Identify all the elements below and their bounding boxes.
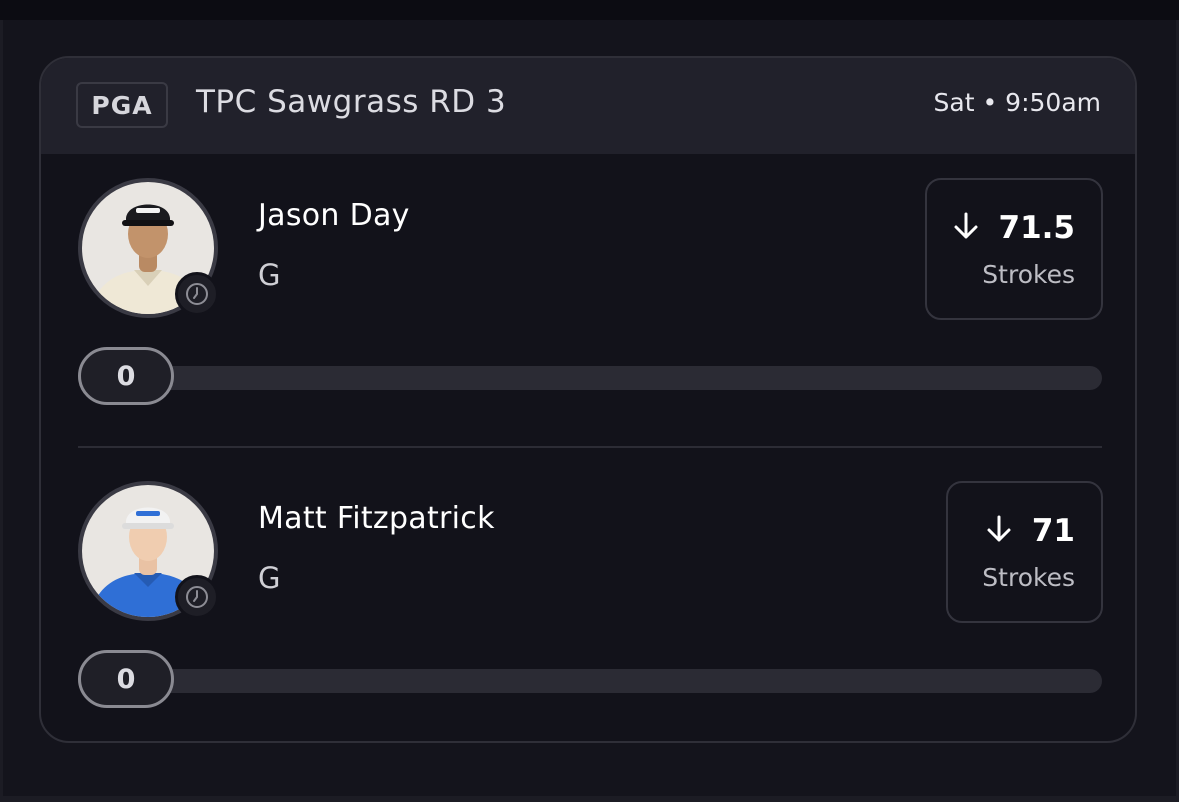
projection-stat: Strokes <box>982 260 1075 289</box>
clock-icon <box>175 575 219 619</box>
card-header: PGA TPC Sawgrass RD 3 Sat • 9:50am <box>41 58 1135 154</box>
projection-value: 71.5 <box>998 210 1076 246</box>
clock-icon <box>175 272 219 316</box>
event-card: PGA TPC Sawgrass RD 3 Sat • 9:50am Jason… <box>39 56 1137 743</box>
projection-value: 71 <box>1031 513 1075 549</box>
arrow-down-icon <box>984 514 1014 548</box>
event-title: TPC Sawgrass RD 3 <box>196 84 507 120</box>
progress-track <box>78 366 1102 390</box>
frame-border-bottom <box>0 796 1179 802</box>
player-row[interactable]: Matt Fitzpatrick G 71 Strokes 0 <box>41 457 1135 741</box>
player-row[interactable]: Jason Day G 71.5 Strokes 0 <box>41 154 1135 454</box>
arrow-down-icon <box>951 211 981 245</box>
progress-value: 0 <box>78 347 174 405</box>
player-name: Jason Day <box>258 198 410 233</box>
league-badge: PGA <box>76 82 168 128</box>
projection-box[interactable]: 71.5 Strokes <box>925 178 1103 320</box>
divider <box>78 446 1102 448</box>
progress-value: 0 <box>78 650 174 708</box>
top-bar <box>0 0 1179 20</box>
progress-track <box>78 669 1102 693</box>
projection-box[interactable]: 71 Strokes <box>946 481 1103 623</box>
event-time: Sat • 9:50am <box>933 88 1101 117</box>
frame-border-left <box>0 20 3 802</box>
projection-value-row: 71.5 <box>951 210 1076 246</box>
player-position: G <box>258 258 281 292</box>
projection-value-row: 71 <box>984 513 1075 549</box>
player-position: G <box>258 561 281 595</box>
player-name: Matt Fitzpatrick <box>258 501 495 536</box>
app-frame: PGA TPC Sawgrass RD 3 Sat • 9:50am Jason… <box>0 0 1179 802</box>
projection-stat: Strokes <box>982 563 1075 592</box>
